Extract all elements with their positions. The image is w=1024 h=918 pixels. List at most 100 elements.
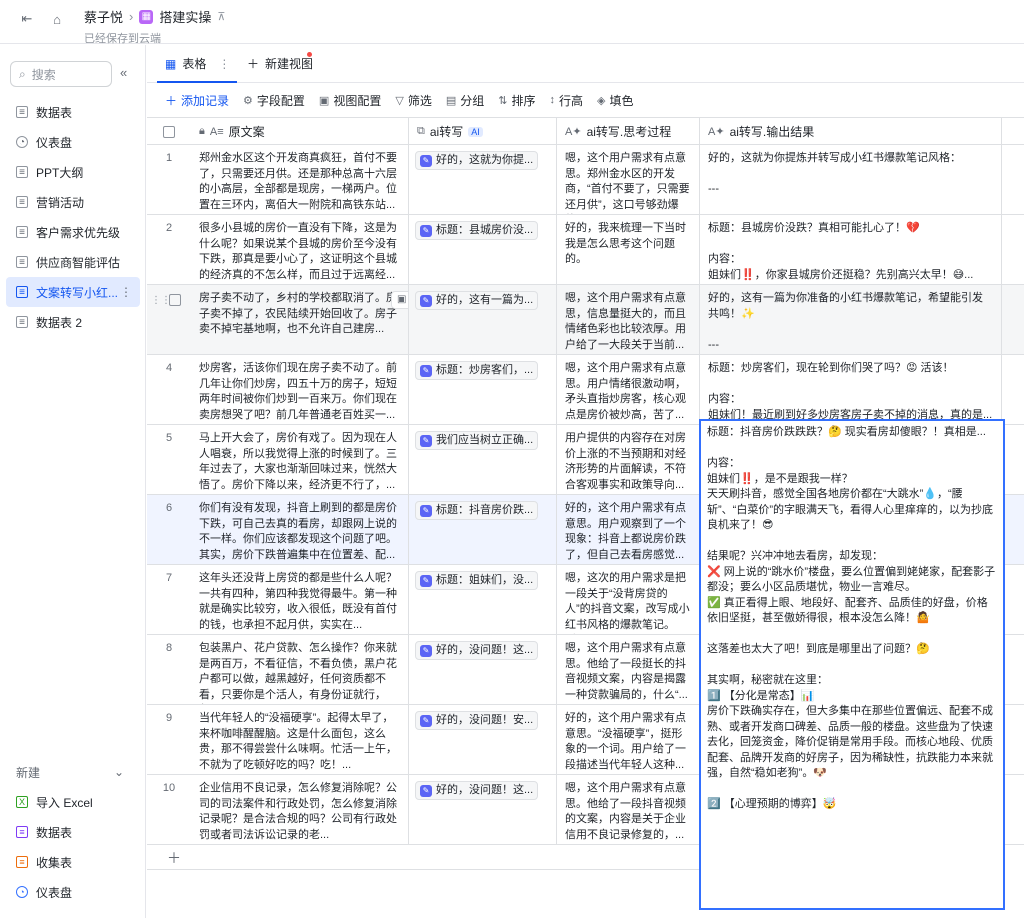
row-number-cell[interactable]: 1 bbox=[147, 145, 191, 214]
cell-out[interactable]: 标题：炒房客们，现在轮到你们哭了吗？😡 活该！ 内容： 姐妹们！最近刷到好多炒房… bbox=[700, 355, 1002, 424]
new-datatable[interactable]: ≡ 数据表 bbox=[6, 817, 140, 847]
row-number-cell[interactable]: 6 bbox=[147, 495, 191, 564]
new-view-button[interactable]: ＋ 新建视图 bbox=[247, 55, 313, 72]
add-record-button[interactable]: ＋添加记录 bbox=[165, 92, 229, 109]
new-dashboard[interactable]: ◔ 仪表盘 bbox=[6, 877, 140, 907]
doc-title[interactable]: 搭建实操 bbox=[159, 7, 211, 26]
ai-result-pill[interactable]: ✎ 我们应当树立正确... bbox=[415, 431, 539, 450]
cell-think[interactable]: 嗯，这个用户需求有点意思。他给了一段抖音视频的文案，内容是关于企业信用不良记录修… bbox=[557, 775, 700, 844]
header-select-all[interactable] bbox=[147, 118, 191, 145]
table-row[interactable]: 1 郑州金水区这个开发商真疯狂，首付不要了，只需要还月供。还是那种总高十六层的小… bbox=[147, 145, 1024, 215]
cell-ai[interactable]: ✎ 好的，没问题！安... bbox=[409, 705, 557, 774]
sidebar-item-datatable-2[interactable]: ≡ 数据表 2 bbox=[6, 307, 140, 337]
row-number-cell[interactable]: ⋮⋮ bbox=[147, 285, 191, 354]
ai-result-pill[interactable]: ✎ 标题：抖音房价跌... bbox=[415, 501, 539, 520]
column-header-think[interactable]: A✦ ai转写.思考过程 bbox=[557, 118, 700, 145]
cell-orig[interactable]: 马上开大会了，房价有戏了。因为现在人人唱衰，所以我觉得上涨的时候到了。三年过去了… bbox=[191, 425, 409, 494]
row-number-cell[interactable]: 5 bbox=[147, 425, 191, 494]
cell-orig[interactable]: 房子卖不动了，乡村的学校都取消了。房子卖不掉了，农民陆续开始回收了。房子卖不掉宅… bbox=[191, 285, 409, 354]
cell-think[interactable]: 好的，这个用户需求有点意思。“没福硬享”，挺形象的一个词。用户给了一段描述当代年… bbox=[557, 705, 700, 774]
cell-orig[interactable]: 炒房客，活该你们现在房子卖不动了。前几年让你们炒房，四五十万的房子，短短两年时间… bbox=[191, 355, 409, 424]
tab-more-icon[interactable]: ⋮ bbox=[218, 57, 230, 71]
field-config-button[interactable]: ⚙ 字段配置 bbox=[243, 92, 305, 109]
sidebar-item-marketing[interactable]: ≡ 营销活动 bbox=[6, 187, 140, 217]
filter-button[interactable]: ▽ 筛选 bbox=[395, 92, 431, 109]
table-row[interactable]: ⋮⋮ 房子卖不动了，乡村的学校都取消了。房子卖不掉了，农民陆续开始回收了。房子卖… bbox=[147, 285, 1024, 355]
row-number-cell[interactable]: 7 bbox=[147, 565, 191, 634]
view-config-button[interactable]: ▣ 视图配置 bbox=[319, 92, 381, 109]
expanded-output-cell[interactable]: 标题：抖音房价跌跌跌？🤔 现实看房却傻眼？！真相是... 内容： 姐妹们‼️，是不是… bbox=[699, 419, 1005, 910]
cell-orig[interactable]: 郑州金水区这个开发商真疯狂，首付不要了，只需要还月供。还是那种总高十六层的小高层… bbox=[191, 145, 409, 214]
table-row[interactable]: 4 炒房客，活该你们现在房子卖不动了。前几年让你们炒房，四五十万的房子，短短两年… bbox=[147, 355, 1024, 425]
sort-button[interactable]: ⇅ 排序 bbox=[498, 92, 535, 109]
new-form[interactable]: ≡ 收集表 bbox=[6, 847, 140, 877]
group-button[interactable]: ▤ 分组 bbox=[446, 92, 484, 109]
row-number-cell[interactable]: 4 bbox=[147, 355, 191, 424]
cell-think[interactable]: 嗯，这个用户需求有点意思，信息量挺大的，而且情绪色彩也比较浓厚。用户给了一大段关… bbox=[557, 285, 700, 354]
new-import-excel[interactable]: X 导入 Excel bbox=[6, 787, 140, 817]
row-number-cell[interactable]: 2 bbox=[147, 215, 191, 284]
cell-think[interactable]: 嗯，这个用户需求有点意思。他给了一段挺长的抖音视频文案，内容是揭露一种贷款骗局的… bbox=[557, 635, 700, 704]
row-height-button[interactable]: ↕ 行高 bbox=[549, 92, 583, 109]
sidebar-item-copywriting[interactable]: ≡ 文案转写小红... ⋮ bbox=[6, 277, 140, 307]
table-row[interactable]: 2 很多小县城的房价一直没有下降，这是为什么呢？如果说某个县城的房价至今没有下跌… bbox=[147, 215, 1024, 285]
cell-ai[interactable]: ✎ 好的，没问题！这... bbox=[409, 775, 557, 844]
column-header-out[interactable]: A✦ ai转写.输出结果 bbox=[700, 118, 1002, 145]
row-checkbox[interactable] bbox=[169, 294, 181, 306]
cell-ai[interactable]: ✎ 标题：县城房价没... bbox=[409, 215, 557, 284]
row-number-cell[interactable]: 9 bbox=[147, 705, 191, 774]
new-section-header[interactable]: 新建 ⌄ bbox=[6, 757, 140, 787]
cell-think[interactable]: 嗯，这个用户需求有点意思。郑州金水区的开发商，“首付不要了，只需要还月供”，这口… bbox=[557, 145, 700, 214]
pin-icon[interactable]: ⊼ bbox=[217, 10, 225, 23]
fill-color-button[interactable]: ◈ 填色 bbox=[597, 92, 633, 109]
cell-think[interactable]: 好的，这个用户需求有点意思。用户观察到了一个现象：抖音上都说房价跌了，但自己去看… bbox=[557, 495, 700, 564]
cell-think[interactable]: 嗯，这次的用户需求是把一段关于“没背房贷的人”的抖音文案，改写成小红书风格的爆款… bbox=[557, 565, 700, 634]
cell-out[interactable]: 标题：县城房价没跌？真相可能扎心了！💔 内容： 姐妹们‼️，你家县城房价还挺稳？… bbox=[700, 215, 1002, 284]
cell-think[interactable]: 用户提供的内容存在对房价上涨的不当预期和对经济形势的片面解读，不符合客观事实和政… bbox=[557, 425, 700, 494]
cell-ai[interactable]: ✎ 好的，没问题！这... bbox=[409, 635, 557, 704]
collapse-sidebar-icon[interactable]: « bbox=[120, 65, 127, 80]
sidebar-item-datatable[interactable]: ≡ 数据表 bbox=[6, 97, 140, 127]
column-header-orig[interactable]: 🔒︎ A≡ 原文案 bbox=[191, 118, 409, 145]
cell-ai[interactable]: ✎ 标题：炒房客们，... bbox=[409, 355, 557, 424]
ai-result-pill[interactable]: ✎ 标题：姐妹们，没... bbox=[415, 571, 539, 590]
cell-ai[interactable]: ✎ 标题：抖音房价跌... bbox=[409, 495, 557, 564]
view-record-button[interactable]: ▣查看 bbox=[391, 291, 408, 309]
row-number-cell[interactable]: 8 bbox=[147, 635, 191, 704]
sidebar-toggle-icon[interactable]: ⇤ bbox=[18, 10, 36, 28]
cell-orig[interactable]: 企业信用不良记录，怎么修复消除呢？公司的司法案件和行政处罚，怎么修复消除记录呢？… bbox=[191, 775, 409, 844]
ai-result-pill[interactable]: ✎ 好的，这就为你提... bbox=[415, 151, 539, 170]
ai-result-pill[interactable]: ✎ 好的，没问题！安... bbox=[415, 711, 539, 730]
cell-orig[interactable]: 很多小县城的房价一直没有下降，这是为什么呢？如果说某个县城的房价至今没有下跌，那… bbox=[191, 215, 409, 284]
cell-out[interactable]: 好的，这有一篇为你准备的小红书爆款笔记，希望能引发共鸣！✨ --- bbox=[700, 285, 1002, 354]
ai-result-pill[interactable]: ✎ 好的，没问题！这... bbox=[415, 781, 539, 800]
cell-orig[interactable]: 包装黑户、花户贷款、怎么操作？你来就是两百万，不看征信，不看负债，黑户花户都可以… bbox=[191, 635, 409, 704]
ai-result-pill[interactable]: ✎ 好的，这有一篇为... bbox=[415, 291, 539, 310]
sidebar-search[interactable]: ⌕ 搜索 bbox=[10, 61, 112, 87]
sidebar-item-dashboard[interactable]: ◔ 仪表盘 bbox=[6, 127, 140, 157]
more-icon[interactable]: ⋮ bbox=[120, 285, 132, 299]
sidebar-item-supplier[interactable]: ≡ 供应商智能评估 bbox=[6, 247, 140, 277]
cell-orig[interactable]: 你们有没有发现，抖音上刷到的都是房价下跌，可自己去真的看房，却跟网上说的不一样。… bbox=[191, 495, 409, 564]
cell-orig[interactable]: 这年头还没背上房贷的都是些什么人呢？一共有四种，第四种我觉得最牛。第一种就是确实… bbox=[191, 565, 409, 634]
column-header-ai[interactable]: ⧉ ai转写 AI bbox=[409, 118, 557, 145]
row-number-cell[interactable]: 10 bbox=[147, 775, 191, 844]
cell-ai[interactable]: ✎ 好的，这有一篇为... bbox=[409, 285, 557, 354]
cell-ai[interactable]: ✎ 我们应当树立正确... bbox=[409, 425, 557, 494]
cell-orig[interactable]: 当代年轻人的“没福硬享”。起得太早了，来杯咖啡醒醒脑。这是什么面包，这么贵，那不… bbox=[191, 705, 409, 774]
cell-think[interactable]: 嗯，这个用户需求有点意思。用户情绪很激动啊，矛头直指炒房客，核心观点是房价被炒高… bbox=[557, 355, 700, 424]
sidebar-item-ppt[interactable]: ≡ PPT大纲 bbox=[6, 157, 140, 187]
breadcrumb-user[interactable]: 蔡子悦 bbox=[84, 7, 123, 26]
ai-result-pill[interactable]: ✎ 标题：炒房客们，... bbox=[415, 361, 539, 380]
cell-think[interactable]: 好的，我来梳理一下当时我是怎么思考这个问题的。 bbox=[557, 215, 700, 284]
cell-ai[interactable]: ✎ 好的，这就为你提... bbox=[409, 145, 557, 214]
cell-out[interactable]: 好的，这就为你提炼并转写成小红书爆款笔记风格： --- bbox=[700, 145, 1002, 214]
sidebar-item-customer-priority[interactable]: ≡ 客户需求优先级 bbox=[6, 217, 140, 247]
tab-table[interactable]: ▦ 表格 ⋮ bbox=[165, 55, 230, 72]
add-row-button[interactable]: ＋ bbox=[147, 844, 700, 870]
drag-handle-icon[interactable]: ⋮⋮ bbox=[151, 293, 171, 309]
cell-ai[interactable]: ✎ 标题：姐妹们，没... bbox=[409, 565, 557, 634]
home-icon[interactable]: ⌂ bbox=[48, 10, 66, 28]
ai-result-pill[interactable]: ✎ 标题：县城房价没... bbox=[415, 221, 539, 240]
ai-result-pill[interactable]: ✎ 好的，没问题！这... bbox=[415, 641, 539, 660]
